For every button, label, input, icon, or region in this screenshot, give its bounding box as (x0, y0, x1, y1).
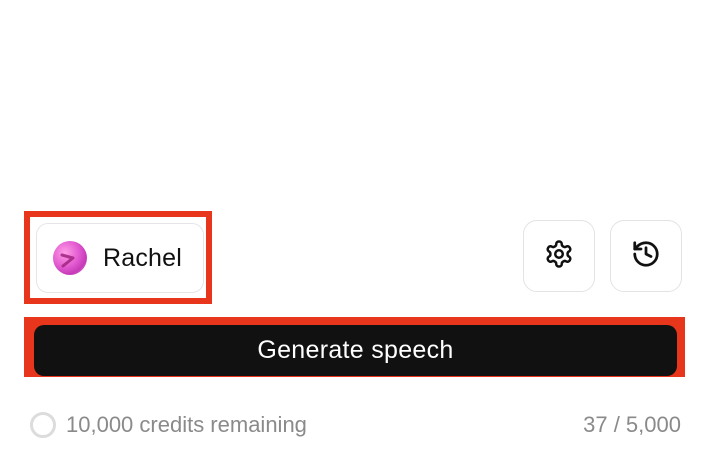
credits-ring-icon (30, 412, 56, 438)
history-button[interactable] (610, 220, 682, 292)
generate-button-highlight: Generate speech (24, 317, 685, 377)
voice-selector-button[interactable]: Rachel (36, 223, 204, 293)
gear-icon (544, 239, 574, 274)
voice-selector-highlight: Rachel (24, 211, 212, 304)
settings-button[interactable] (523, 220, 595, 292)
history-icon (631, 239, 661, 274)
voice-avatar-icon (53, 241, 87, 275)
generate-speech-button[interactable]: Generate speech (34, 325, 677, 376)
voice-name-label: Rachel (103, 243, 183, 272)
character-count: 37 / 5,000 (583, 412, 681, 437)
credits-status: 10,000 credits remaining (30, 410, 307, 440)
credits-remaining-text: 10,000 credits remaining (66, 412, 307, 437)
text-to-speech-panel: Rachel Generate speech 10,000 credits re… (0, 0, 711, 450)
